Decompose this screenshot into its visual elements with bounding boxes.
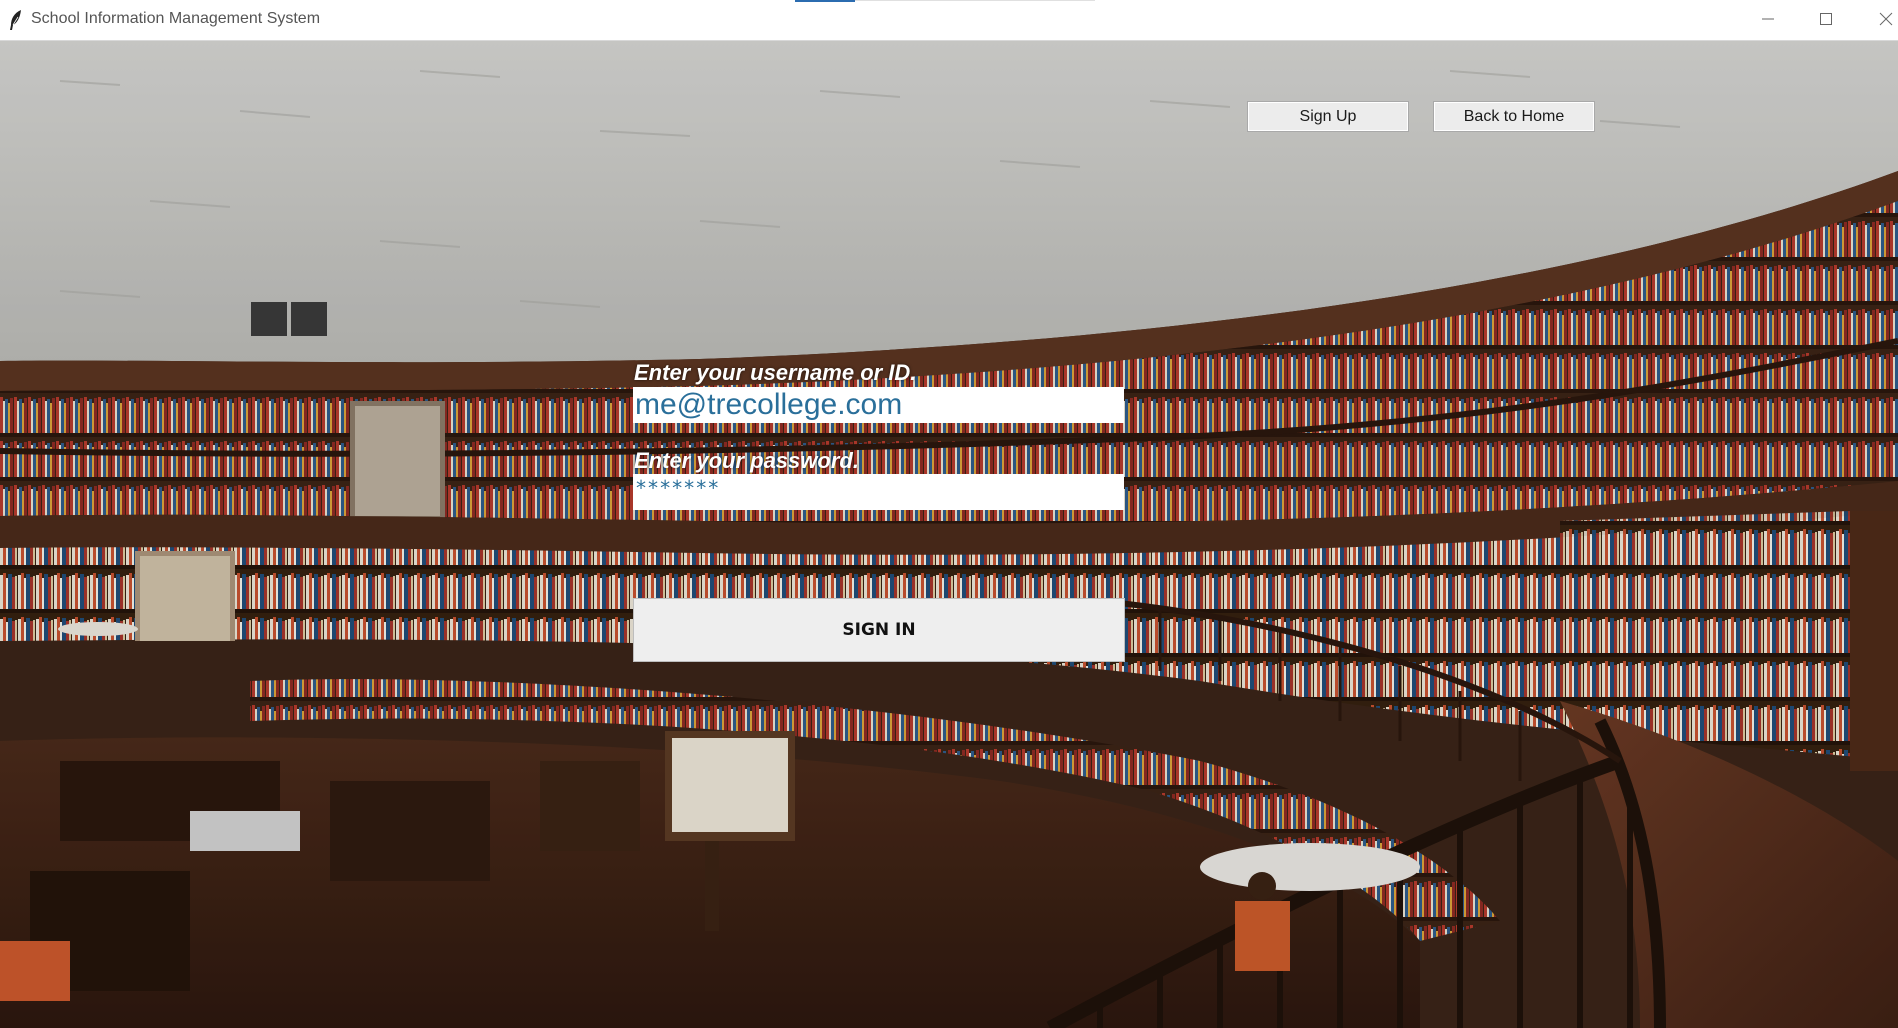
sign-up-button[interactable]: Sign Up	[1247, 101, 1409, 132]
minimize-button[interactable]	[1748, 8, 1788, 32]
password-input[interactable]	[633, 474, 1124, 510]
username-label: Enter your username or ID.	[634, 360, 917, 385]
sign-in-button[interactable]: SIGN IN	[633, 598, 1125, 662]
minimize-icon	[1761, 11, 1775, 30]
title-bar[interactable]: School Information Management System	[0, 0, 1898, 41]
maximize-button[interactable]	[1806, 8, 1846, 32]
maximize-icon	[1819, 11, 1833, 30]
feather-icon	[8, 9, 24, 31]
title-bar-accent	[795, 0, 855, 2]
username-input[interactable]	[633, 387, 1124, 423]
close-button[interactable]	[1866, 8, 1898, 32]
back-to-home-button[interactable]: Back to Home	[1433, 101, 1595, 132]
title-bar-divider	[855, 0, 1095, 1]
window-title: School Information Management System	[31, 10, 321, 27]
password-label: Enter your password.	[634, 448, 859, 473]
app-window: School Information Management System Sig…	[0, 0, 1898, 1028]
library-background-image	[0, 41, 1898, 1028]
close-icon	[1879, 11, 1893, 30]
